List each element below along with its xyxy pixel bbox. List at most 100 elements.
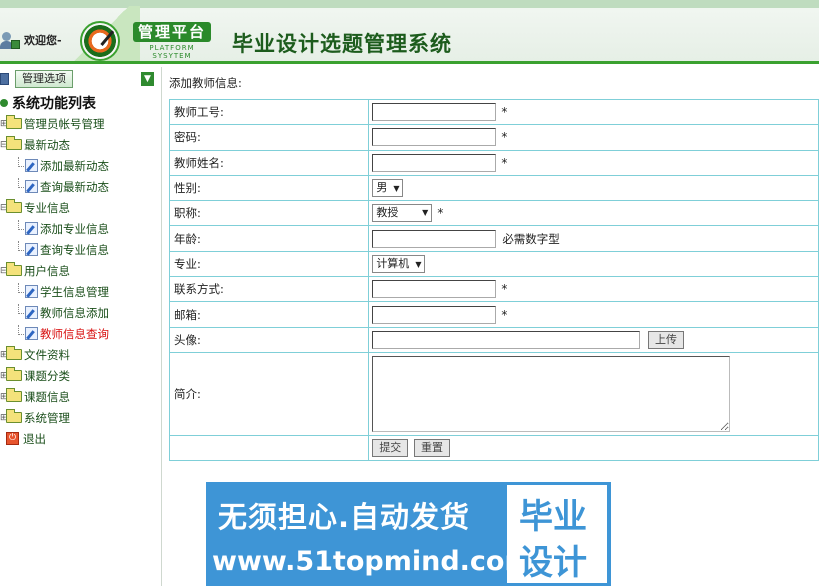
edit-icon (25, 180, 38, 193)
sidebar-item-student-manage[interactable]: 学生信息管理 (0, 281, 160, 302)
edit-icon (25, 306, 38, 319)
form-row-title: 职称: 教授 ▼ * (168, 200, 819, 227)
sidebar-item-label: 系统管理 (24, 410, 70, 425)
sidebar-item-label: 管理员帐号管理 (24, 116, 105, 131)
edit-icon (25, 327, 38, 340)
watermark-badge: 毕业 设计 (507, 485, 607, 583)
sidebar-item-user-info[interactable]: ⊟ 用户信息 (0, 260, 160, 281)
platform-logo: 管理平台 PLATFORM SYSYTEM (133, 22, 211, 60)
sidebar-item-news[interactable]: ⊟ 最新动态 (0, 134, 160, 155)
root-bullet-icon (0, 99, 8, 107)
folder-icon (6, 388, 22, 402)
sidebar-item-admin-accounts[interactable]: ⊞ 管理员帐号管理 (0, 113, 160, 134)
tree-root: 系统功能列表 (0, 93, 160, 113)
sidebar-item-system-manage[interactable]: ⊞ 系统管理 (0, 407, 160, 428)
sidebar-item-query-news[interactable]: 查询最新动态 (0, 176, 160, 197)
field-label: 头像: (168, 326, 370, 353)
teacher-id-input[interactable] (372, 103, 497, 122)
age-hint: 必需数字型 (502, 231, 560, 246)
function-tree: 系统功能列表 ⊞ 管理员帐号管理 ⊟ 最新动态 添加最新动态 查询最新动态 ⊟ 专业信… (0, 93, 160, 449)
form-row-gender: 性别: 男 ▼ (168, 174, 819, 202)
logo-dial-icon (80, 21, 120, 61)
sidebar-item-add-news[interactable]: 添加最新动态 (0, 155, 160, 176)
power-icon: ⏻ (6, 432, 19, 445)
user-lock-icon (0, 30, 20, 50)
avatar-path-input[interactable] (372, 330, 641, 349)
field-label: 邮箱: (168, 301, 370, 328)
sidebar-item-exit[interactable]: ⏻ 退出 (0, 428, 160, 449)
welcome-text: 欢迎您- (24, 34, 62, 47)
required-mark: * (501, 105, 508, 120)
welcome-area: 欢迎您- (0, 28, 62, 52)
sidebar-item-add-major[interactable]: 添加专业信息 (0, 218, 160, 239)
required-mark: * (501, 307, 508, 322)
field-label: 简介: (168, 351, 370, 436)
folder-open-icon (6, 199, 22, 213)
field-label: 性别: (168, 174, 370, 202)
upload-button[interactable]: 上传 (647, 330, 684, 349)
sidebar: 管理选项 ▼ 系统功能列表 ⊞ 管理员帐号管理 ⊟ 最新动态 添加最新动态 查询最新… (0, 67, 162, 586)
panel-icon (0, 73, 9, 85)
collapse-arrow-icon[interactable]: ▼ (141, 72, 154, 86)
sidebar-item-topic-info[interactable]: ⊞ 课题信息 (0, 386, 160, 407)
menu-options-button[interactable]: 管理选项 (15, 70, 73, 88)
app-header: 欢迎您- 管理平台 PLATFORM SYSYTEM 毕业设计选题管理系统 (0, 0, 819, 64)
sidebar-item-label: 退出 (23, 431, 46, 446)
platform-name-cn: 管理平台 (133, 22, 211, 42)
form-row-teacher-name: 教师姓名: * (168, 149, 819, 176)
sidebar-item-teacher-add[interactable]: 教师信息添加 (0, 302, 160, 323)
submit-button[interactable]: 提交 (372, 439, 409, 458)
watermark-badge-top: 毕业 (519, 497, 587, 537)
sidebar-item-label: 课题信息 (24, 389, 70, 404)
tree-root-label: 系统功能列表 (12, 96, 96, 112)
page-title: 添加教师信息: (169, 76, 242, 90)
edit-icon (25, 243, 38, 256)
contact-input[interactable] (372, 280, 497, 299)
sidebar-item-label: 文件资料 (24, 347, 70, 362)
major-select[interactable]: 计算机 ▼ (372, 254, 426, 273)
sidebar-item-documents[interactable]: ⊞ 文件资料 (0, 344, 160, 365)
watermark-badge-bottom: 设计 (519, 543, 587, 583)
sidebar-item-query-major[interactable]: 查询专业信息 (0, 239, 160, 260)
gender-select[interactable]: 男 ▼ (372, 179, 404, 198)
field-label: 教师工号: (168, 98, 370, 126)
folder-icon (6, 409, 22, 423)
form-row-intro: 简介: (168, 351, 819, 436)
age-input[interactable] (372, 229, 497, 248)
field-label: 联系方式: (168, 276, 370, 303)
field-label: 年龄: (168, 225, 370, 252)
chevron-down-icon: ▼ (393, 184, 400, 194)
required-mark: * (501, 282, 508, 297)
title-select[interactable]: 教授 ▼ (372, 204, 433, 223)
form-row-age: 年龄: 必需数字型 (168, 225, 819, 252)
watermark-banner: 无须担心.自动发货 www.51topmind.com 毕业 设计 (206, 482, 611, 586)
gender-selected: 男 (376, 181, 388, 195)
form-row-avatar: 头像: 上传 (168, 326, 819, 353)
intro-textarea[interactable] (372, 355, 731, 432)
sidebar-item-teacher-query[interactable]: 教师信息查询 (0, 323, 160, 344)
title-selected: 教授 (376, 206, 399, 220)
field-label: 教师姓名: (168, 149, 370, 176)
reset-button[interactable]: 重置 (413, 439, 450, 458)
required-mark: * (501, 155, 508, 170)
password-input[interactable] (372, 128, 497, 147)
chevron-down-icon: ▼ (415, 259, 422, 269)
major-selected: 计算机 (376, 256, 410, 270)
system-title: 毕业设计选题管理系统 (232, 31, 452, 56)
sidebar-item-label: 用户信息 (24, 263, 70, 278)
required-mark: * (437, 206, 444, 221)
chevron-down-icon: ▼ (422, 208, 429, 218)
sidebar-item-label: 最新动态 (24, 137, 70, 152)
folder-icon (6, 367, 22, 381)
sidebar-item-major-info[interactable]: ⊟ 专业信息 (0, 197, 160, 218)
form-row-teacher-id: 教师工号: * (168, 98, 819, 126)
sidebar-header: 管理选项 ▼ (0, 69, 158, 89)
sidebar-item-topic-category[interactable]: ⊞ 课题分类 (0, 365, 160, 386)
sidebar-item-label: 添加最新动态 (40, 158, 109, 173)
email-input[interactable] (372, 305, 497, 324)
required-mark: * (501, 130, 508, 145)
teacher-name-input[interactable] (372, 153, 497, 172)
sidebar-item-label: 添加专业信息 (40, 221, 109, 236)
folder-icon (6, 115, 22, 129)
sidebar-item-label: 查询最新动态 (40, 179, 109, 194)
